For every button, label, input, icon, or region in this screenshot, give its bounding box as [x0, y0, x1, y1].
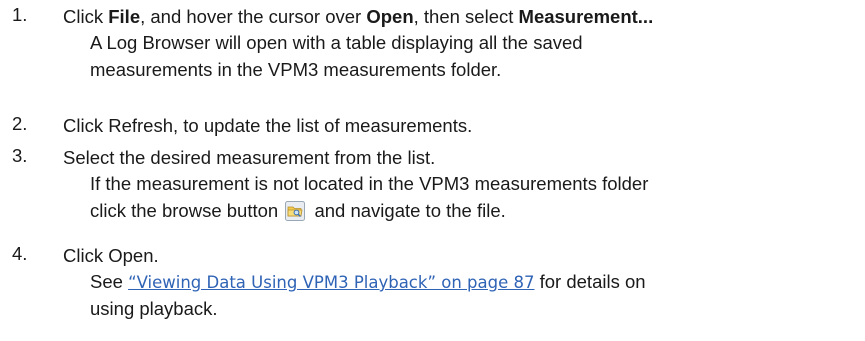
- step-3: 3. Select the desired measurement from t…: [0, 145, 865, 224]
- step-number: 1.: [12, 4, 28, 25]
- open-menu-term: Open: [366, 6, 414, 27]
- step-text: Click Refresh, to update the list of mea…: [63, 115, 473, 136]
- step-text: Click File, and hover the cursor over Op…: [63, 6, 654, 27]
- step-number: 4.: [12, 243, 28, 264]
- step-number: 3.: [12, 145, 28, 166]
- step-detail: If the measurement is not located in the…: [63, 170, 865, 224]
- step-number: 2.: [12, 113, 28, 134]
- browse-folder-icon: [285, 201, 306, 221]
- file-menu-term: File: [108, 6, 141, 27]
- detail-line: measurements in the VPM3 measurements fo…: [90, 59, 502, 80]
- playback-page-link[interactable]: “Viewing Data Using VPM3 Playback” on pa…: [128, 273, 534, 292]
- step-detail: A Log Browser will open with a table dis…: [63, 29, 865, 83]
- step-1: 1. Click File, and hover the cursor over…: [0, 4, 865, 83]
- step-detail: See “Viewing Data Using VPM3 Playback” o…: [63, 268, 865, 322]
- step-text: Click Open.: [63, 245, 159, 266]
- measurement-menu-term: Measurement...: [518, 6, 654, 27]
- detail-line: If the measurement is not located in the…: [90, 173, 649, 194]
- step-4: 4. Click Open. See “Viewing Data Using V…: [0, 243, 865, 322]
- step-text: Select the desired measurement from the …: [63, 147, 436, 168]
- detail-line: using playback.: [90, 298, 218, 319]
- step-2: 2. Click Refresh, to update the list of …: [0, 113, 865, 138]
- detail-line: A Log Browser will open with a table dis…: [90, 32, 583, 53]
- detail-line: click the browse button and navigate to …: [90, 200, 506, 221]
- detail-line: See “Viewing Data Using VPM3 Playback” o…: [90, 271, 646, 292]
